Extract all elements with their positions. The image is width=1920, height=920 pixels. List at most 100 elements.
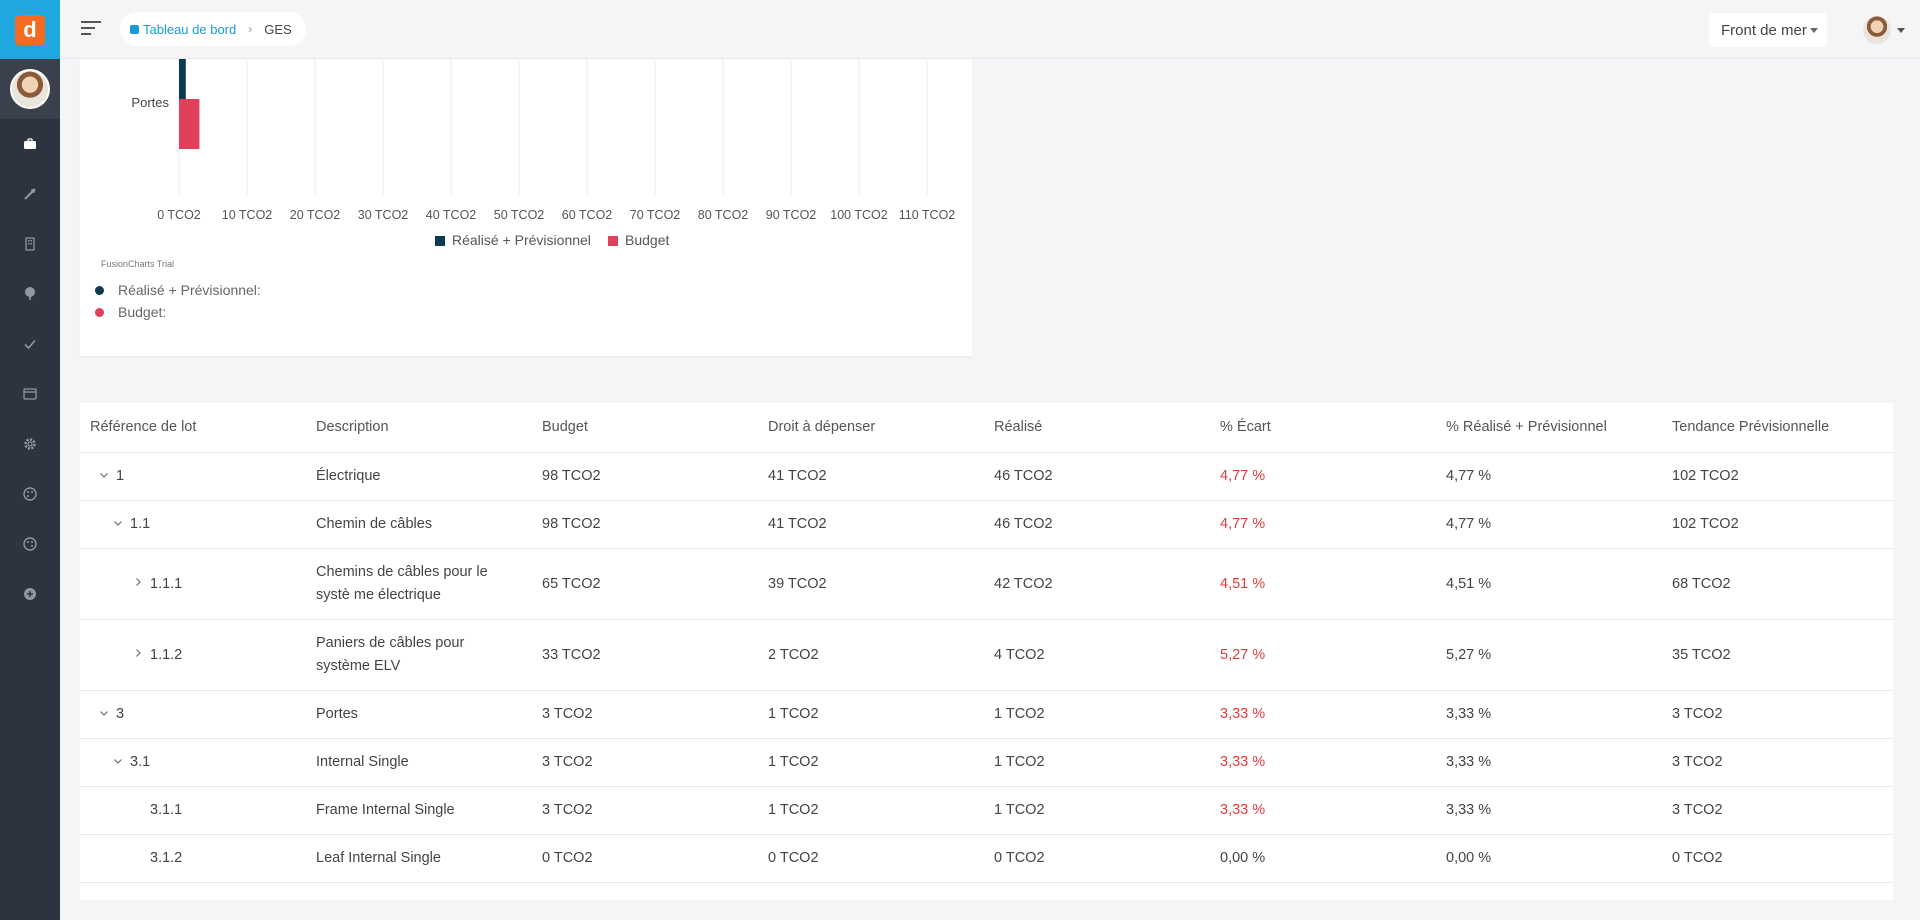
table-row[interactable]: 3.1 Internal Single 3 TCO2 1 TCO2 1 TCO2 3,33… xyxy=(80,738,1893,787)
app-logo[interactable]: d xyxy=(0,0,60,59)
table-row[interactable]: 3 Portes 3 TCO2 1 TCO2 1 TCO2 3,33 % 3,33 % 3 T… xyxy=(80,690,1893,739)
tendance-cell: 68 TCO2 xyxy=(1662,548,1893,620)
column-header[interactable]: Tendance Prévisionnelle xyxy=(1662,403,1893,453)
user-avatar xyxy=(1863,16,1891,44)
table-row[interactable]: 3.1.2 Leaf Internal Single 0 TCO2 0 TCO2 0 T… xyxy=(80,834,1893,883)
budget-cell: 65 TCO2 xyxy=(532,548,758,620)
legend-swatch-budget xyxy=(608,236,618,246)
gear-icon xyxy=(24,438,36,450)
ref-cell: 1.1 xyxy=(80,500,306,549)
legend-swatch-realise xyxy=(435,236,445,246)
table-header-row: Référence de lot Description Budget Droit à… xyxy=(80,403,1893,453)
pct-realise-cell: 5,27 % xyxy=(1436,619,1662,691)
realise-cell: 0 TCO2 xyxy=(984,834,1210,883)
column-header[interactable]: Réalisé xyxy=(984,403,1210,453)
table-row[interactable]: 1 Électrique 98 TCO2 41 TCO2 46 TCO2 4,77 % 4,… xyxy=(80,452,1893,501)
pct-realise-cell: 4,77 % xyxy=(1436,452,1662,501)
realise-cell: 46 TCO2 xyxy=(984,452,1210,501)
menu-toggle-icon[interactable] xyxy=(81,21,101,37)
sidebar-item-check[interactable] xyxy=(0,319,60,369)
lot-reference: 1.1.2 xyxy=(150,646,183,663)
sidebar-item-palette[interactable] xyxy=(0,469,60,519)
realise-cell: 1 TCO2 xyxy=(984,690,1210,739)
breadcrumb-current: GES xyxy=(264,21,292,37)
chevron-right-icon[interactable] xyxy=(130,577,146,590)
description-cell: Électrique xyxy=(306,452,532,501)
column-header[interactable]: Droit à dépenser xyxy=(758,403,984,453)
check-icon xyxy=(24,339,36,350)
description-cell: Internal Single xyxy=(306,738,532,787)
description-cell: Chemin de câbles xyxy=(306,500,532,549)
site-select[interactable]: Front de mer xyxy=(1709,13,1827,47)
tools-icon xyxy=(24,188,36,200)
sidebar-item-window[interactable] xyxy=(0,369,60,419)
sidebar-item-gear[interactable] xyxy=(0,419,60,469)
description-cell: Paniers de câbles pour système ELV xyxy=(306,619,532,691)
column-header[interactable]: % Réalisé + Prévisionnel xyxy=(1436,403,1662,453)
chevron-down-icon[interactable] xyxy=(96,470,112,483)
lot-reference: 3.1.1 xyxy=(150,802,183,818)
chevron-down-icon[interactable] xyxy=(110,756,126,769)
briefcase-icon xyxy=(24,138,36,149)
ref-cell: 3.1 xyxy=(80,738,306,787)
plus-circle-icon xyxy=(24,588,36,600)
lots-table-card: Référence de lot Description Budget Droit à… xyxy=(80,403,1893,900)
x-tick-label: 100 TCO2 xyxy=(830,208,887,222)
ecart-cell: 4,51 % xyxy=(1210,548,1436,620)
caret-down-icon xyxy=(1897,27,1905,33)
column-header[interactable]: Description xyxy=(306,403,532,453)
ecart-cell: 3,33 % xyxy=(1210,738,1436,787)
legend-label-realise: Réalisé + Prévisionnel xyxy=(452,232,591,248)
table-row[interactable]: 1.1.2 Paniers de câbles pour système ELV 3… xyxy=(80,619,1893,691)
tooltip-label-realise: Réalisé + Prévisionnel: xyxy=(118,282,261,298)
caret-down-icon xyxy=(1810,28,1818,33)
pct-realise-cell: 4,51 % xyxy=(1436,548,1662,620)
palette-icon xyxy=(23,487,37,501)
ecart-cell: 5,27 % xyxy=(1210,619,1436,691)
ref-cell: 3 xyxy=(80,690,306,739)
column-header[interactable]: Budget xyxy=(532,403,758,453)
sidebar-item-palette-alt[interactable] xyxy=(0,519,60,569)
sidebar-item-plus-circle[interactable] xyxy=(0,569,60,619)
x-tick-label: 110 TCO2 xyxy=(899,208,956,222)
chart-trial-label: FusionCharts Trial xyxy=(101,259,175,269)
column-header[interactable]: Référence de lot xyxy=(80,403,306,453)
tooltip-row-budget: Budget: xyxy=(95,301,261,323)
lot-reference: 3.1 xyxy=(130,754,151,770)
series-dot-icon xyxy=(95,307,104,317)
chart-card: 0 TCO2 10 TCO2 20 TCO2 30 TCO2 40 TCO2 50 TCO… xyxy=(80,59,972,356)
droit-cell: 39 TCO2 xyxy=(758,548,984,620)
table-row[interactable]: 3.1.1 Frame Internal Single 3 TCO2 1 TCO2 1 … xyxy=(80,786,1893,835)
table-row[interactable]: 1.1 Chemin de câbles 98 TCO2 41 TCO2 46 TCO2… xyxy=(80,500,1893,549)
x-tick-label: 90 TCO2 xyxy=(766,208,817,222)
table-row[interactable]: 1.1.1 Chemins de câbles pour le systè me … xyxy=(80,548,1893,620)
chevron-right-icon[interactable] xyxy=(130,648,146,661)
user-menu[interactable] xyxy=(1863,16,1911,44)
tendance-cell: 35 TCO2 xyxy=(1662,619,1893,691)
x-tick-label: 60 TCO2 xyxy=(562,208,613,222)
sidebar: d xyxy=(0,0,60,920)
sidebar-item-tree[interactable] xyxy=(0,269,60,319)
droit-cell: 1 TCO2 xyxy=(758,786,984,835)
chevron-down-icon[interactable] xyxy=(96,708,112,721)
sidebar-item-briefcase[interactable] xyxy=(0,119,60,169)
droit-cell: 1 TCO2 xyxy=(758,738,984,787)
lot-reference: 1 xyxy=(116,468,125,484)
ecart-cell: 4,77 % xyxy=(1210,452,1436,501)
tooltip-label-budget: Budget: xyxy=(118,304,167,320)
pct-realise-cell: 4,77 % xyxy=(1436,500,1662,549)
pct-realise-cell: 0,00 % xyxy=(1436,834,1662,883)
sidebar-item-tools[interactable] xyxy=(0,169,60,219)
droit-cell: 1 TCO2 xyxy=(758,690,984,739)
x-tick-label: 30 TCO2 xyxy=(358,208,409,222)
column-header[interactable]: % Écart xyxy=(1210,403,1436,453)
tendance-cell: 102 TCO2 xyxy=(1662,500,1893,549)
tendance-cell: 3 TCO2 xyxy=(1662,738,1893,787)
budget-cell: 3 TCO2 xyxy=(532,690,758,739)
sidebar-item-building[interactable] xyxy=(0,219,60,269)
lot-reference: 3.1.2 xyxy=(150,850,183,866)
sidebar-avatar[interactable] xyxy=(0,59,60,119)
ref-cell: 1 xyxy=(80,452,306,501)
breadcrumb-home-link[interactable]: Tableau de bord xyxy=(130,22,236,37)
chevron-down-icon[interactable] xyxy=(110,518,126,531)
